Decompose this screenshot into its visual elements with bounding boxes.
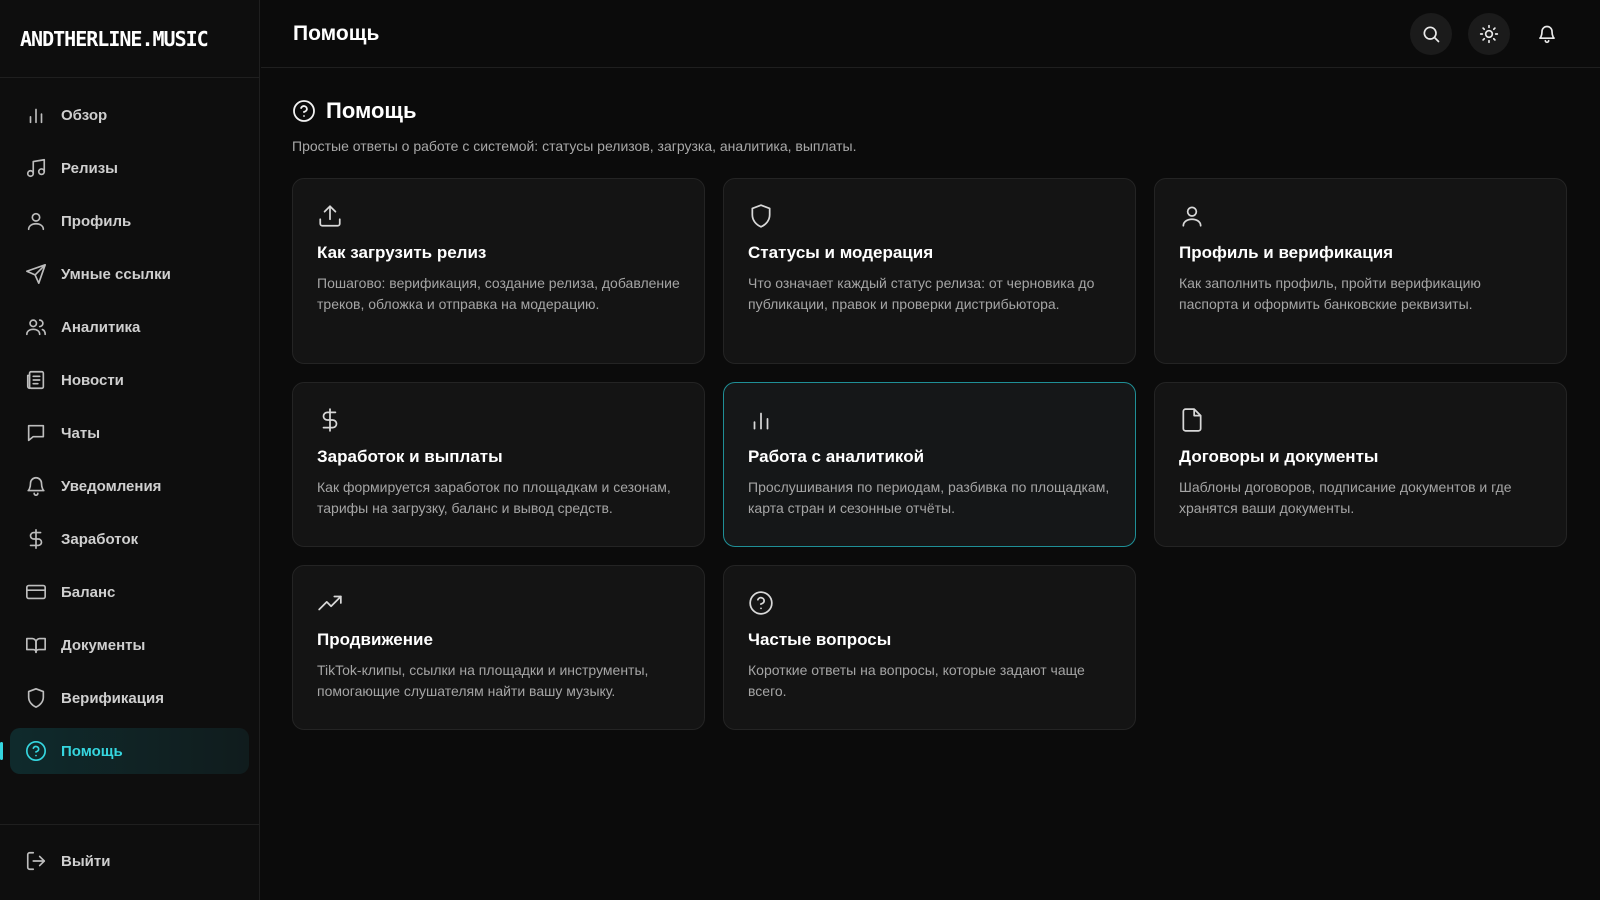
logout-icon xyxy=(25,850,47,872)
dollar-icon xyxy=(25,528,47,550)
search-icon xyxy=(1421,24,1441,44)
help-circle-icon xyxy=(292,99,316,123)
help-circle-icon xyxy=(25,740,47,762)
sidebar-item-label: Аналитика xyxy=(61,318,141,336)
trending-up-icon xyxy=(317,590,343,616)
sidebar-item-smart-links[interactable]: Умные ссылки xyxy=(10,251,249,297)
top-bar: Помощь xyxy=(261,0,1600,68)
bar-chart-icon xyxy=(748,407,774,433)
help-card-title: Договоры и документы xyxy=(1179,447,1379,466)
logout-button[interactable]: Выйти xyxy=(10,838,249,884)
help-card-title: Частые вопросы xyxy=(748,630,892,649)
help-card-text: TikTok-клипы, ссылки на площадки и инстр… xyxy=(317,662,649,699)
send-icon xyxy=(25,263,47,285)
user-icon xyxy=(25,210,47,232)
sidebar-item-analytics[interactable]: Аналитика xyxy=(10,304,249,350)
help-card-title: Статусы и модерация xyxy=(748,243,934,262)
section-subtitle: Простые ответы о работе с системой: стат… xyxy=(292,138,857,154)
sidebar-item-news[interactable]: Новости xyxy=(10,357,249,403)
help-card-text: Пошагово: верификация, создание релиза, … xyxy=(317,275,680,312)
help-card-title: Работа с аналитикой xyxy=(748,447,925,466)
book-icon xyxy=(25,634,47,656)
sidebar-item-earnings[interactable]: Заработок xyxy=(10,516,249,562)
logout-label: Выйти xyxy=(61,852,111,870)
sidebar-item-label: Верификация xyxy=(61,689,164,707)
music-note-icon xyxy=(25,157,47,179)
sidebar-item-label: Заработок xyxy=(61,530,139,548)
sidebar-item-releases[interactable]: Релизы xyxy=(10,145,249,191)
users-icon xyxy=(25,316,47,338)
help-card-text: Короткие ответы на вопросы, которые зада… xyxy=(748,662,1085,699)
sidebar-item-label: Релизы xyxy=(61,159,118,177)
section-heading: Помощь xyxy=(292,98,1568,124)
help-card-faq[interactable]: Частые вопросы Короткие ответы на вопрос… xyxy=(723,565,1136,730)
sidebar-item-label: Уведомления xyxy=(61,477,162,495)
sidebar-item-label: Баланс xyxy=(61,583,116,601)
help-card-profile[interactable]: Профиль и верификация Как заполнить проф… xyxy=(1154,178,1567,364)
sidebar-item-balance[interactable]: Баланс xyxy=(10,569,249,615)
sidebar-item-label: Обзор xyxy=(61,106,108,124)
help-card-earnings[interactable]: Заработок и выплаты Как формируется зара… xyxy=(292,382,705,547)
help-card-analytics[interactable]: Работа с аналитикой Прослушивания по пер… xyxy=(723,382,1136,547)
sidebar-nav: Обзор Релизы Профиль Умные ссылки Аналит… xyxy=(0,78,259,774)
sidebar-item-chats[interactable]: Чаты xyxy=(10,410,249,456)
sidebar-item-label: Профиль xyxy=(61,212,132,230)
user-icon xyxy=(1179,203,1205,229)
sidebar-item-label: Документы xyxy=(61,636,146,654)
sidebar-item-label: Чаты xyxy=(61,424,101,442)
help-circle-icon xyxy=(748,590,774,616)
help-card-title: Как загрузить релиз xyxy=(317,243,487,262)
sidebar-item-verification[interactable]: Верификация xyxy=(10,675,249,721)
sidebar-item-documents[interactable]: Документы xyxy=(10,622,249,668)
help-cards-grid: Как загрузить релиз Пошагово: верификаци… xyxy=(292,178,1568,730)
help-card-text: Как формируется заработок по площадкам и… xyxy=(317,479,671,516)
app-logo[interactable]: ANDTHERLINE.MUSIC xyxy=(0,0,259,78)
shield-icon xyxy=(748,203,774,229)
theme-toggle-button[interactable] xyxy=(1468,12,1510,55)
sidebar-item-label: Умные ссылки xyxy=(61,265,171,283)
sidebar-item-label: Новости xyxy=(61,371,124,389)
bell-icon xyxy=(1537,24,1557,44)
file-icon xyxy=(1179,407,1205,433)
sidebar: ANDTHERLINE.MUSIC Обзор Релизы Профиль У… xyxy=(0,0,260,900)
sidebar-item-profile[interactable]: Профиль xyxy=(10,198,249,244)
help-card-statuses[interactable]: Статусы и модерация Что означает каждый … xyxy=(723,178,1136,364)
newspaper-icon xyxy=(25,369,47,391)
topbar-actions xyxy=(1410,12,1568,55)
help-card-contracts[interactable]: Договоры и документы Шаблоны договоров, … xyxy=(1154,382,1567,547)
help-card-title: Профиль и верификация xyxy=(1179,243,1394,262)
notifications-button[interactable] xyxy=(1526,13,1568,55)
sidebar-item-label: Помощь xyxy=(61,742,123,760)
help-card-title: Продвижение xyxy=(317,630,433,649)
bell-icon xyxy=(25,475,47,497)
sidebar-item-help[interactable]: Помощь xyxy=(0,728,249,774)
credit-card-icon xyxy=(25,581,47,603)
help-card-upload-release[interactable]: Как загрузить релиз Пошагово: верификаци… xyxy=(292,178,705,364)
sun-icon xyxy=(1479,24,1499,44)
upload-icon xyxy=(317,203,343,229)
section-title: Помощь xyxy=(326,98,417,123)
bar-chart-icon xyxy=(25,104,47,126)
help-card-text: Прослушивания по периодам, разбивка по п… xyxy=(748,479,1110,516)
search-button[interactable] xyxy=(1410,12,1452,55)
help-card-title: Заработок и выплаты xyxy=(317,447,503,466)
page-title: Помощь xyxy=(293,21,380,45)
chat-icon xyxy=(25,422,47,444)
dollar-icon xyxy=(317,407,343,433)
help-card-text: Что означает каждый статус релиза: от че… xyxy=(748,275,1095,312)
shield-icon xyxy=(25,687,47,709)
sidebar-footer: Выйти xyxy=(0,824,259,900)
help-card-text: Шаблоны договоров, подписание документов… xyxy=(1179,479,1512,516)
sidebar-item-overview[interactable]: Обзор xyxy=(10,92,249,138)
help-card-text: Как заполнить профиль, пройти верификаци… xyxy=(1179,275,1481,312)
main-content: Помощь Простые ответы о работе с системо… xyxy=(292,98,1568,730)
sidebar-item-notifications[interactable]: Уведомления xyxy=(10,463,249,509)
help-card-promotion[interactable]: Продвижение TikTok-клипы, ссылки на площ… xyxy=(292,565,705,730)
